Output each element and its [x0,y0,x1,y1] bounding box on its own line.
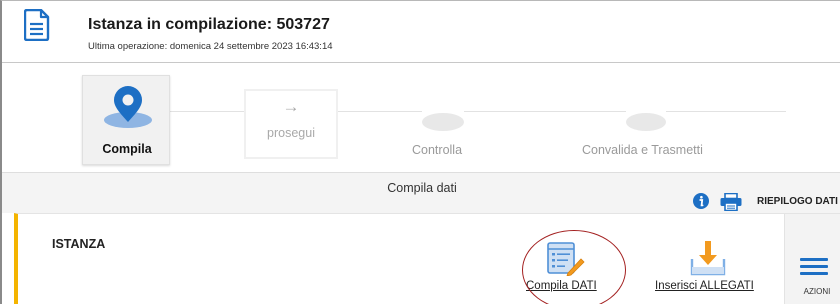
step-label-compila: Compila [102,142,152,156]
section-title: Compila dati [387,181,457,195]
riepilogo-dati-link[interactable]: RIEPILOGO DATI [757,196,838,207]
info-icon[interactable] [693,193,709,209]
stepper-line [170,111,244,112]
step-label-convalida: Convalida e Trasmetti [582,143,703,157]
inserisci-allegati-link[interactable]: Inserisci ALLEGATI [655,280,754,292]
page-title: Istanza in compilazione: 503727 [88,16,330,33]
location-pin-icon [104,86,152,128]
prosegui-label: prosegui [267,126,315,140]
stepper-line [464,111,626,112]
azioni-menu-button[interactable]: AZIONI [784,214,840,304]
azioni-label: AZIONI [803,287,831,296]
printer-icon[interactable] [720,193,742,211]
stepper-line [666,111,786,112]
prosegui-button[interactable]: → prosegui [244,89,338,159]
download-icon[interactable] [690,239,726,277]
header: Istanza in compilazione: 503727 Ultima o… [2,1,840,63]
section-band: Compila dati RIEPILOGO DATI [2,172,840,213]
page: Istanza in compilazione: 503727 Ultima o… [0,0,840,304]
document-icon [24,9,50,41]
arrow-right-icon: → [282,97,300,116]
istanza-card: ISTANZA Compila DATI Inserisci ALLEGATI [14,213,840,304]
step-label-controlla: Controlla [412,143,463,157]
step-marker-convalida [626,113,666,131]
hamburger-menu-icon [800,258,828,276]
highlight-circle [522,230,626,304]
last-operation-text: Ultima operazione: domenica 24 settembre… [88,41,333,52]
card-title: ISTANZA [52,237,106,251]
stepper-line [338,111,422,112]
stepper: Compila → prosegui Controlla Convalida e… [2,64,840,172]
step-compila[interactable]: Compila [82,75,170,165]
step-marker-controlla [422,113,464,131]
